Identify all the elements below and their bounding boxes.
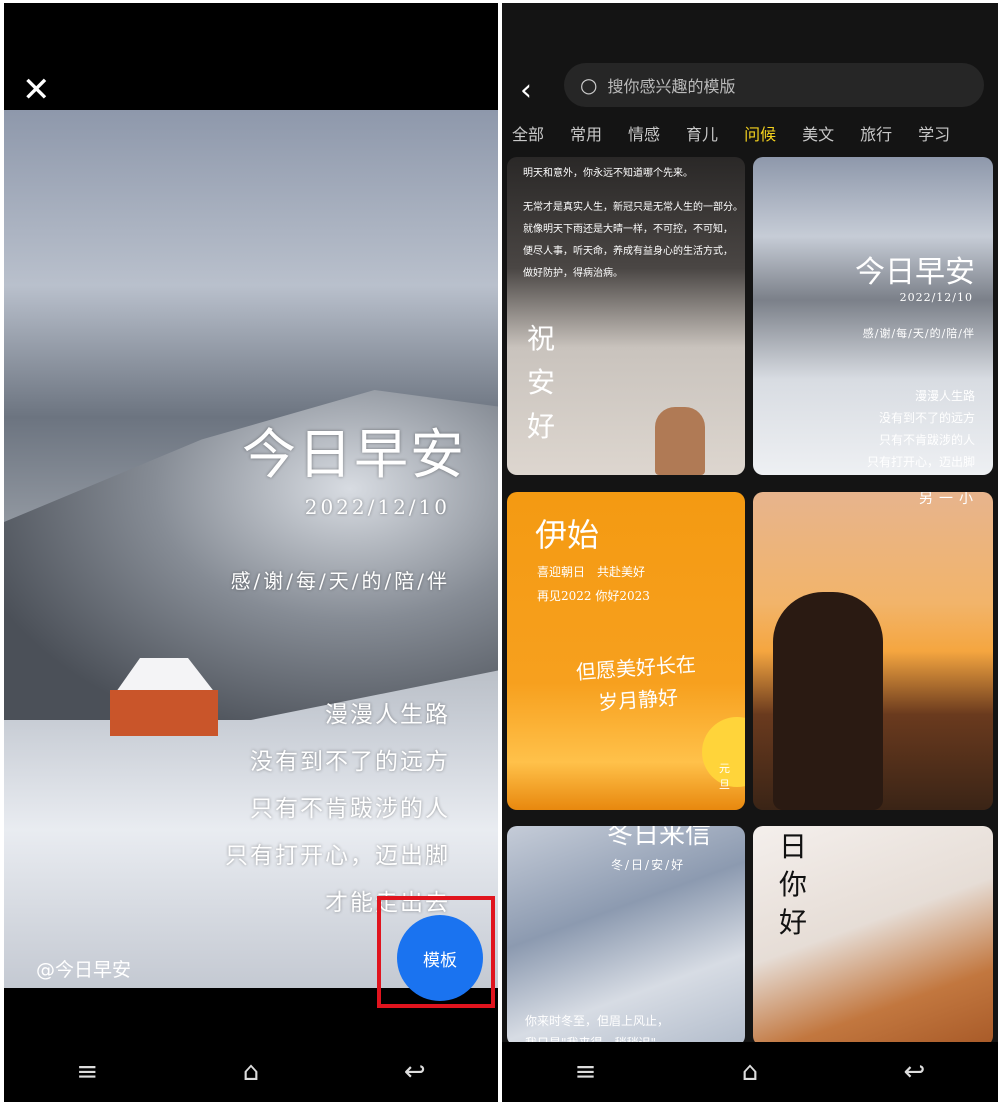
tab-study[interactable]: 学习 (918, 121, 950, 145)
template-card[interactable]: 冬日来信 冬/日/安/好 你来时冬至，但眉上风止， 我只是"我来得，稍稍迟" (507, 826, 745, 1046)
tab-greetings[interactable]: 问候 (744, 121, 776, 145)
tab-travel[interactable]: 旅行 (860, 121, 892, 145)
house-illustration (104, 658, 224, 736)
card-text: 便尽人事，听天命，养成有益身心的生活方式， (523, 246, 733, 257)
card-text: 喜迎朝日 共赴美好 (537, 565, 646, 579)
card-text: 只有打开心，迈出脚 (866, 455, 975, 469)
poster-lines: 漫漫人生路 没有到不了的远方 只有不肯跋涉的人 只有打开心，迈出脚 才能走出去 (225, 692, 450, 927)
poster-line: 只有打开心，迈出脚 (225, 843, 450, 869)
card-tag: 元旦 (719, 762, 730, 791)
card-title: 日你好 (779, 830, 808, 939)
search-input[interactable]: ○ 搜你感兴趣的模版 (564, 63, 984, 107)
back-icon[interactable]: ↩ (404, 1057, 426, 1087)
card-text: 感/谢/每/天/的/陪/伴 (862, 327, 975, 340)
menu-icon[interactable]: ≡ (76, 1057, 98, 1087)
menu-icon[interactable]: ≡ (575, 1057, 597, 1087)
card-subtitle: 冬/日/安/好 (611, 858, 686, 872)
card-text: 明天和意外，你永远不知道哪个先来。 (523, 168, 693, 179)
close-icon[interactable]: ✕ (22, 73, 51, 107)
home-icon[interactable]: ⌂ (243, 1057, 260, 1087)
card-date: 2022/12/10 (899, 291, 973, 304)
tab-emotion[interactable]: 情感 (628, 121, 660, 145)
card-text: 无常才是真实人生，新冠只是无常人生的一部分。 (523, 202, 743, 213)
silhouette (773, 592, 883, 810)
card-text: 再见2022 你好2023 (537, 589, 650, 603)
back-icon[interactable]: ↩ (904, 1057, 926, 1087)
poster-handle: @今日早安 (36, 959, 132, 981)
poster-title: 今日早安 (242, 423, 466, 486)
card-title: 冬日来信 (607, 826, 712, 850)
search-placeholder: 搜你感兴趣的模版 (607, 77, 736, 96)
template-card[interactable]: 伊始 喜迎朝日 共赴美好 再见2022 你好2023 但愿美好长在 岁月静好 元… (507, 492, 745, 810)
home-icon[interactable]: ⌂ (742, 1057, 759, 1087)
poster-date: 2022/12/10 (304, 495, 450, 519)
poster-line: 漫漫人生路 (325, 702, 450, 728)
poster-image: 今日早安 2022/12/10 感/谢/每/天/的/陪/伴 漫漫人生路 没有到不… (4, 110, 498, 988)
poster-line: 只有不肯跋涉的人 (250, 796, 450, 822)
tab-common[interactable]: 常用 (570, 121, 602, 145)
template-card[interactable]: 今日早安 2022/12/10 感/谢/每/天/的/陪/伴 漫漫人生路 没有到不… (753, 157, 993, 475)
card-title: 另一小 (919, 492, 979, 507)
template-gallery-screen: ‹ ○ 搜你感兴趣的模版 全部 常用 情感 育儿 问候 美文 旅行 学习 明天和… (502, 3, 998, 1102)
system-nav-bar: ≡ ⌂ ↩ (4, 1042, 498, 1102)
card-text: 没有到不了的远方 (878, 411, 975, 425)
category-tabs: 全部 常用 情感 育儿 问候 美文 旅行 学习 (512, 121, 950, 145)
template-card[interactable]: 日你好 (753, 826, 993, 1046)
template-card[interactable]: 另一小 (753, 492, 993, 810)
poster-preview-screen: ✕ 今日早安 2022/12/10 感/谢/每/天/的/陪/伴 漫漫人生路 没有… (4, 3, 498, 1102)
card-title: 祝安好 (527, 322, 556, 443)
card-title: 今日早安 (855, 255, 975, 290)
card-text: 就像明天下雨还是大晴一样，不可控，不可知， (523, 224, 733, 235)
template-card[interactable]: 明天和意外，你永远不知道哪个先来。 无常才是真实人生，新冠只是无常人生的一部分。… (507, 157, 745, 475)
search-icon: ○ (580, 73, 598, 97)
back-arrow-icon[interactable]: ‹ (520, 73, 532, 108)
card-text: 做好防护，得病治病。 (523, 268, 623, 279)
poster-thanks: 感/谢/每/天/的/陪/伴 (230, 569, 450, 593)
card-text: 漫漫人生路 (914, 389, 975, 403)
vase (655, 407, 705, 475)
card-title: 伊始 (535, 516, 600, 554)
card-text: 你来时冬至，但眉上风止， (525, 1014, 670, 1028)
highlight-box (377, 896, 495, 1008)
system-nav-bar: ≡ ⌂ ↩ (502, 1042, 998, 1102)
tab-parenting[interactable]: 育儿 (686, 121, 718, 145)
card-text: 只有不肯跋涉的人 (878, 433, 975, 447)
poster-line: 没有到不了的远方 (250, 749, 450, 775)
tab-prose[interactable]: 美文 (802, 121, 834, 145)
tab-all[interactable]: 全部 (512, 121, 544, 145)
